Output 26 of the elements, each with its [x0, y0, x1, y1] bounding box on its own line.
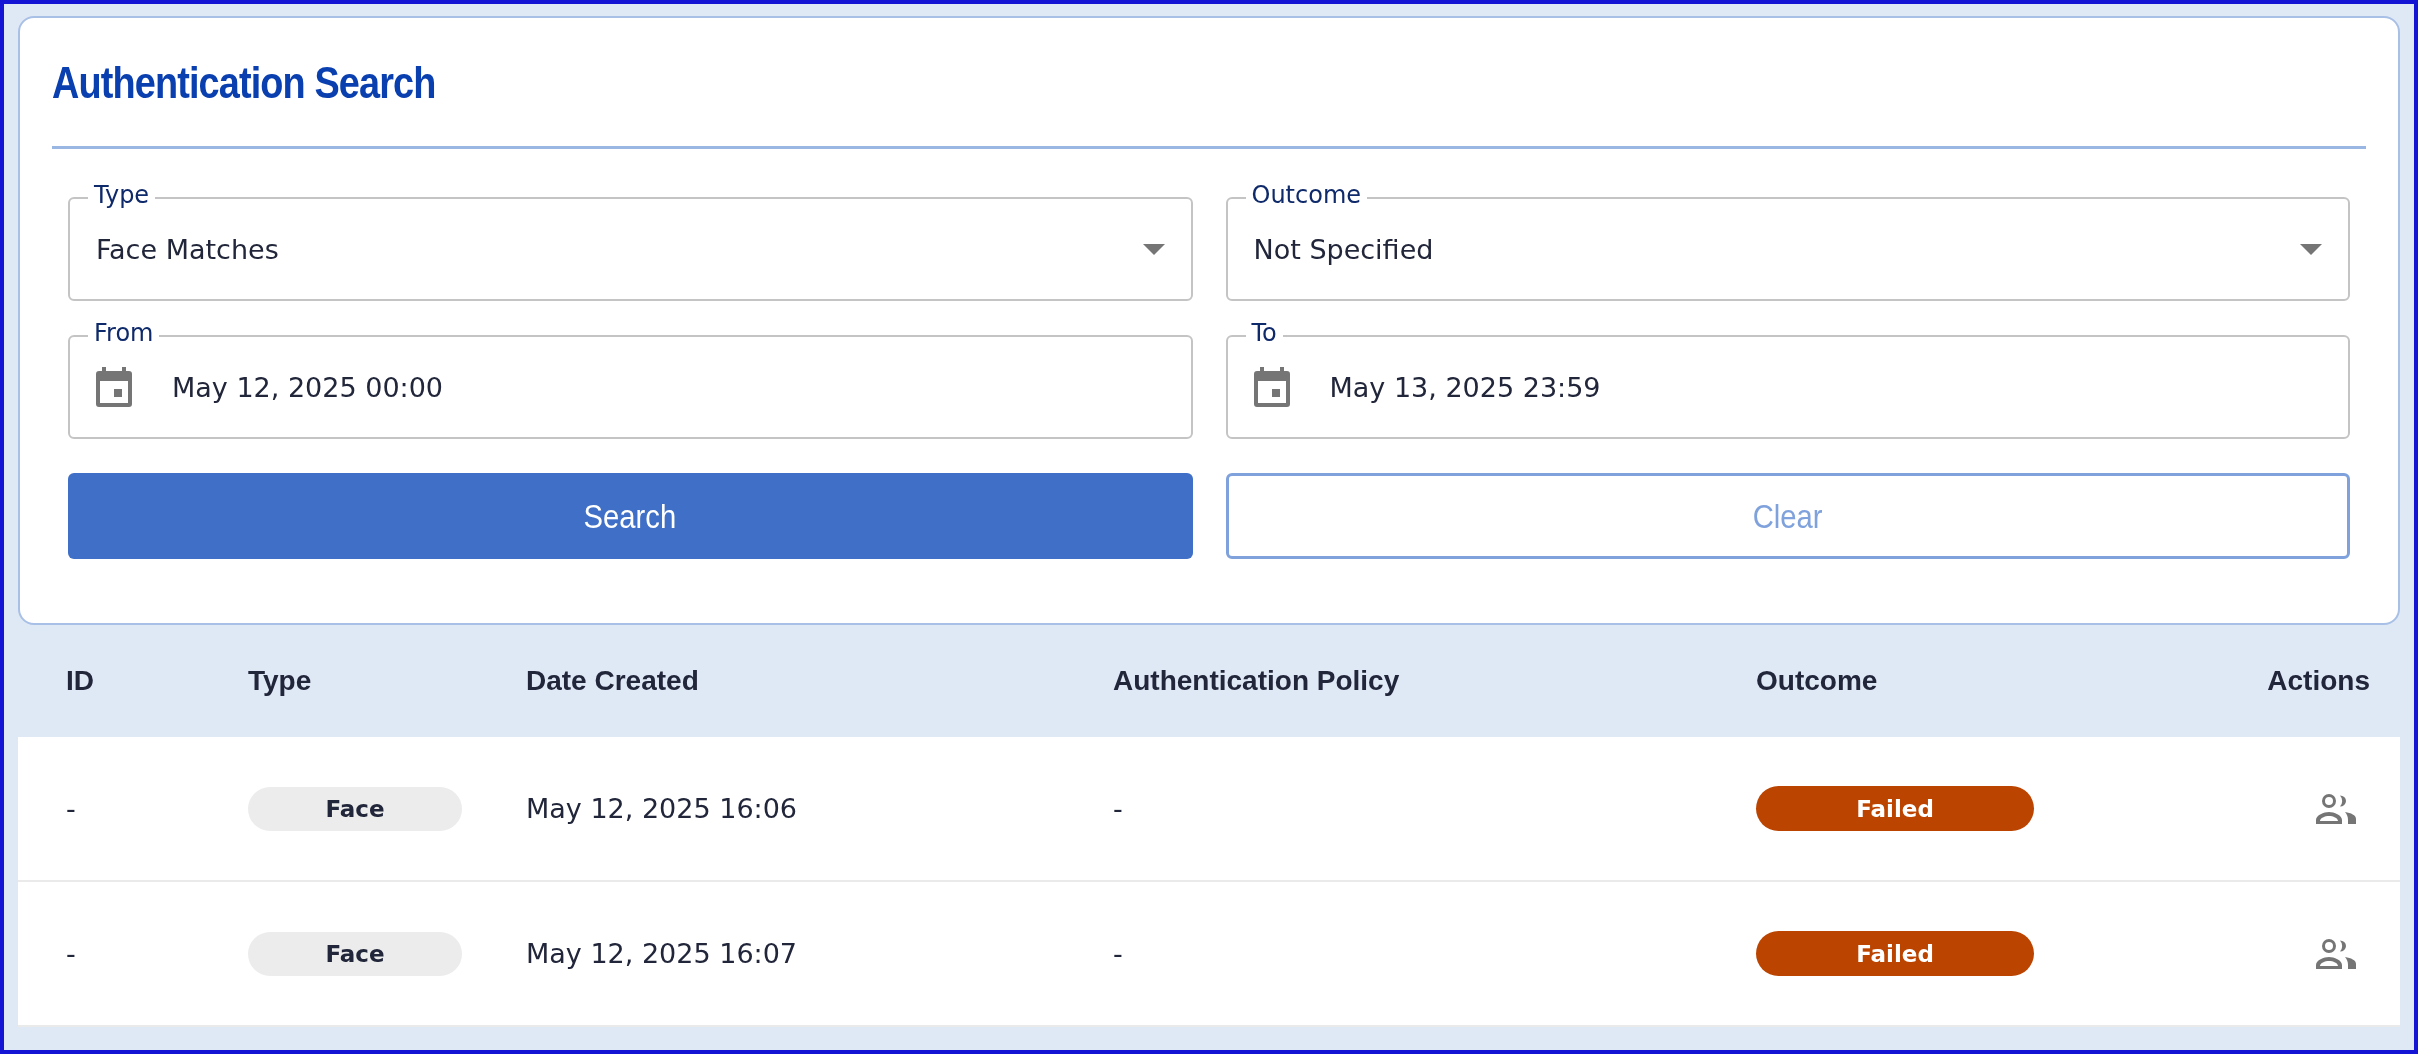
column-header: Type [248, 665, 313, 697]
dropdown-caret-icon [1142, 243, 1165, 255]
people-button[interactable] [2316, 938, 2358, 969]
dropdown-caret-icon [2300, 243, 2322, 255]
table-cell-text: - [1113, 793, 1124, 824]
calendar-icon [96, 367, 132, 407]
column-header: Date Created [526, 665, 700, 697]
calendar-icon [1253, 367, 1290, 407]
column-header: ID [66, 665, 95, 697]
status-tag: Failed [1756, 786, 2034, 831]
people-icon [2316, 938, 2358, 969]
search-button[interactable]: Search [68, 473, 1193, 559]
column-header: Actions [2267, 665, 2370, 697]
table-cell-text: - [66, 793, 77, 824]
table-cell-text: May 12, 2025 16:06 [526, 793, 799, 824]
people-button[interactable] [2316, 793, 2358, 824]
type-tag: Face [248, 931, 462, 976]
column-header: Authentication Policy [1113, 665, 1401, 697]
table-cell-text: - [66, 938, 77, 969]
page-title: Authentication Search [52, 57, 436, 109]
status-tag: Failed [1756, 931, 2034, 976]
table-cell-text: - [1113, 938, 1124, 969]
type-tag: Face [248, 786, 462, 831]
table-cell-text: May 12, 2025 16:07 [526, 938, 799, 969]
people-icon [2316, 793, 2358, 824]
column-header: Outcome [1756, 665, 1879, 697]
